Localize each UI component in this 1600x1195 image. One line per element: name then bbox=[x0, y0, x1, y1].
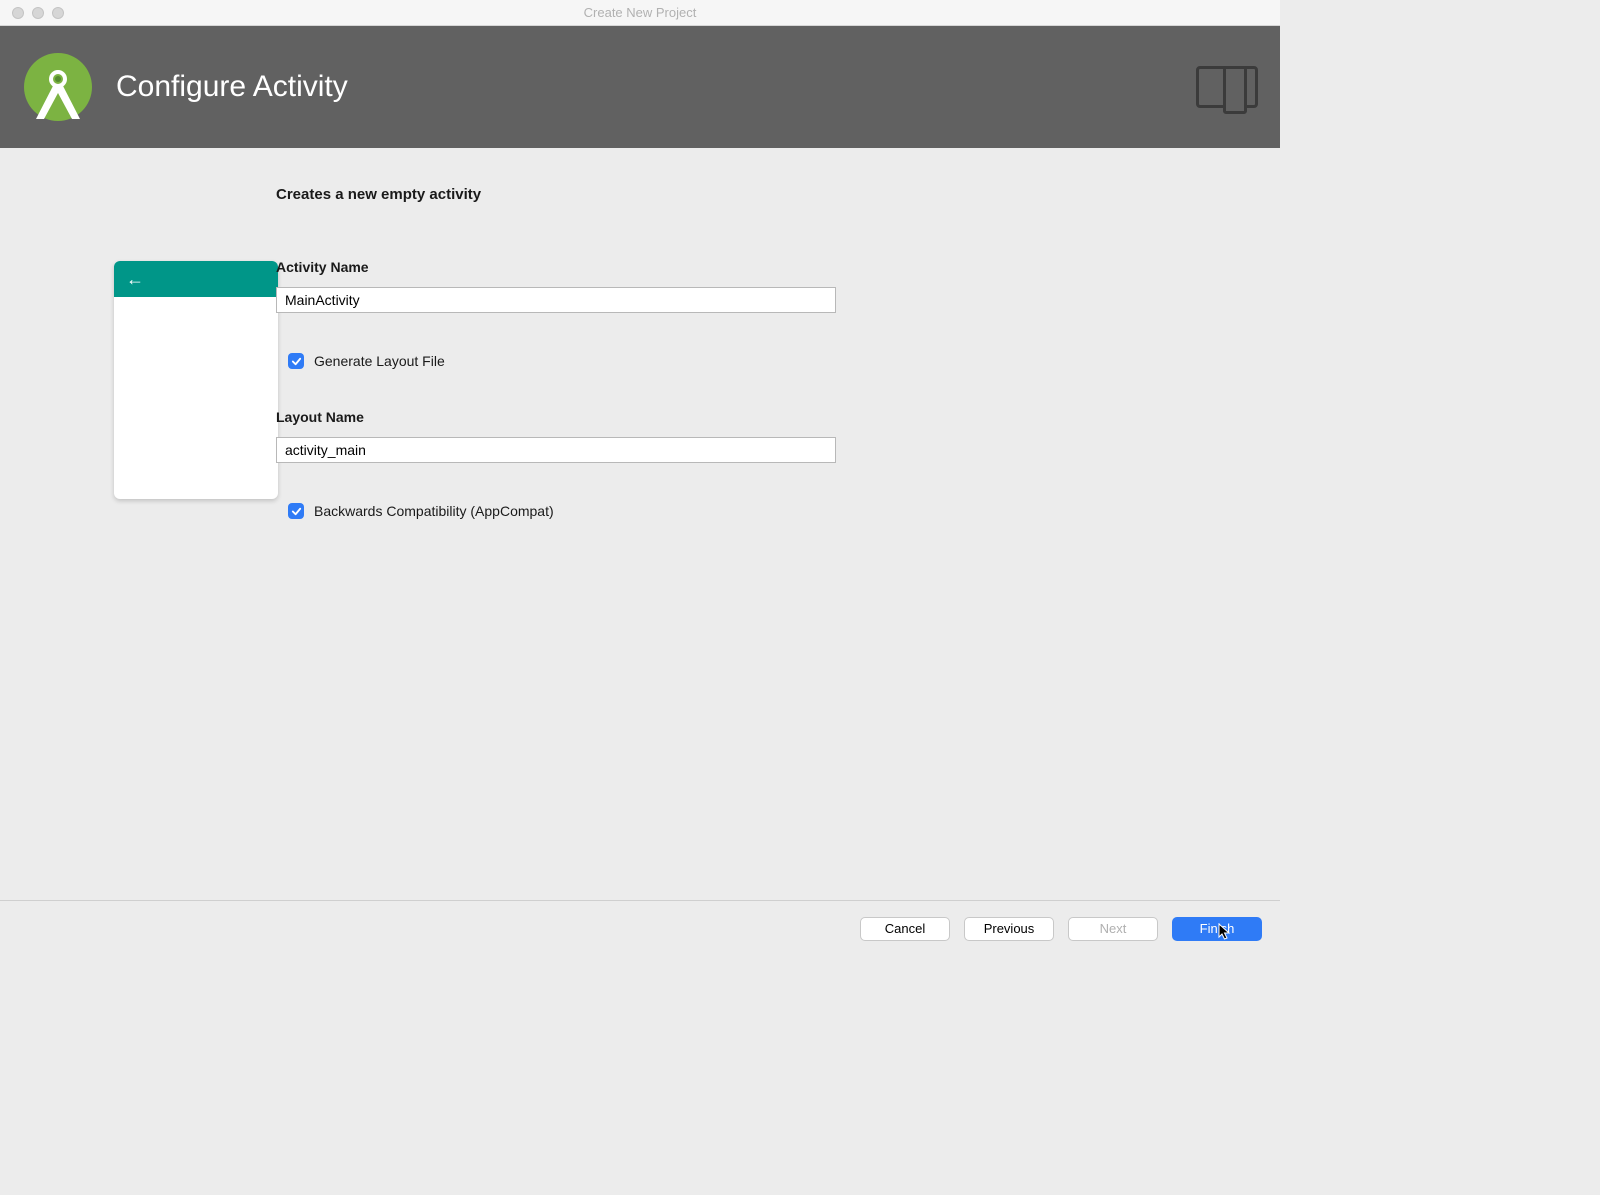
title-bar: Create New Project bbox=[0, 0, 1280, 26]
header-banner: Configure Activity bbox=[0, 26, 1280, 148]
generate-layout-label: Generate Layout File bbox=[314, 353, 445, 369]
finish-button[interactable]: Finish bbox=[1172, 917, 1262, 941]
minimize-window-icon[interactable] bbox=[32, 7, 44, 19]
header-title: Configure Activity bbox=[116, 70, 348, 104]
window-title: Create New Project bbox=[0, 5, 1280, 20]
close-window-icon[interactable] bbox=[12, 7, 24, 19]
layout-name-group: Layout Name bbox=[276, 409, 976, 463]
device-preview-icon bbox=[1196, 66, 1258, 108]
activity-preview: ← bbox=[114, 261, 278, 499]
android-studio-logo-icon bbox=[22, 51, 94, 123]
activity-name-group: Activity Name bbox=[276, 259, 976, 313]
cancel-button[interactable]: Cancel bbox=[860, 917, 950, 941]
generate-layout-checkbox[interactable] bbox=[288, 353, 304, 369]
activity-name-label: Activity Name bbox=[276, 259, 976, 275]
back-arrow-icon: ← bbox=[126, 269, 144, 290]
backwards-compat-checkbox-row[interactable]: Backwards Compatibility (AppCompat) bbox=[288, 503, 976, 519]
window-controls bbox=[0, 7, 64, 19]
backwards-compat-checkbox[interactable] bbox=[288, 503, 304, 519]
form-subtitle: Creates a new empty activity bbox=[276, 186, 976, 203]
preview-column: ← bbox=[38, 186, 204, 900]
activity-name-input[interactable] bbox=[276, 287, 836, 313]
backwards-compat-label: Backwards Compatibility (AppCompat) bbox=[314, 503, 554, 519]
backwards-compat-group: Backwards Compatibility (AppCompat) bbox=[276, 503, 976, 519]
previous-button[interactable]: Previous bbox=[964, 917, 1054, 941]
next-button: Next bbox=[1068, 917, 1158, 941]
preview-appbar: ← bbox=[114, 261, 278, 297]
layout-name-input[interactable] bbox=[276, 437, 836, 463]
zoom-window-icon[interactable] bbox=[52, 7, 64, 19]
form-column: Creates a new empty activity Activity Na… bbox=[276, 186, 976, 900]
footer-bar: Cancel Previous Next Finish bbox=[0, 900, 1280, 956]
generate-layout-checkbox-row[interactable]: Generate Layout File bbox=[288, 353, 976, 369]
generate-layout-group: Generate Layout File bbox=[276, 353, 976, 369]
header-left: Configure Activity bbox=[22, 51, 348, 123]
layout-name-label: Layout Name bbox=[276, 409, 976, 425]
content-area: ← Creates a new empty activity Activity … bbox=[0, 148, 1280, 900]
